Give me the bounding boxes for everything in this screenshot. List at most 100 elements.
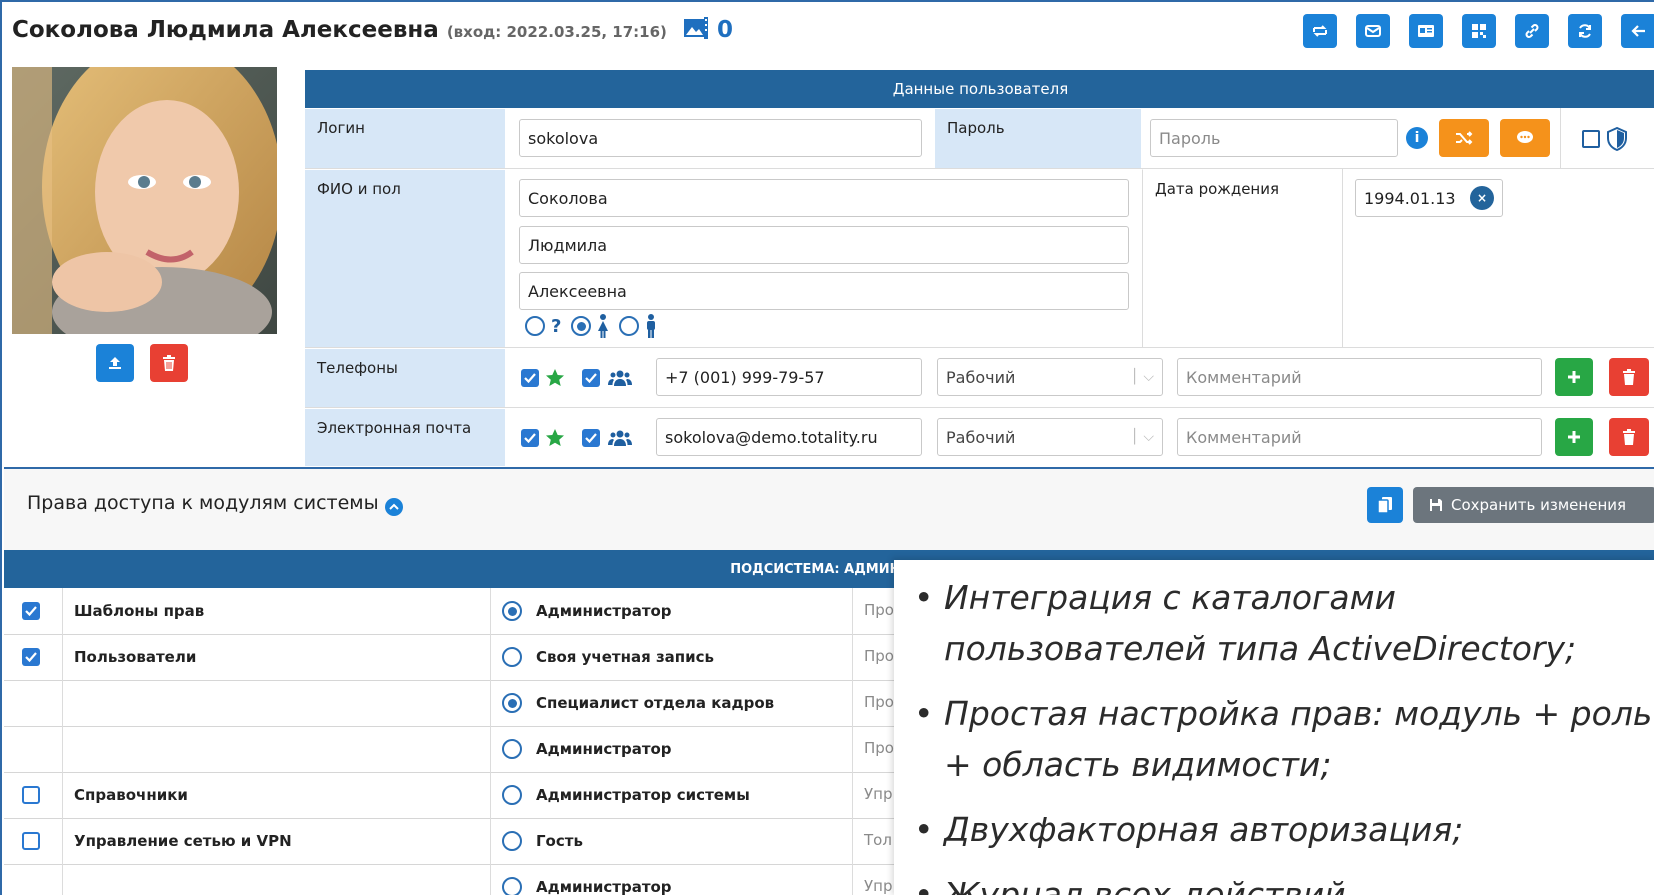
two-factor-checkbox[interactable]	[1580, 128, 1602, 150]
role-description: Про	[864, 693, 894, 711]
gender-unknown-radio[interactable]	[525, 316, 545, 336]
role-radio[interactable]	[502, 739, 522, 759]
email-comment-input[interactable]: Комментарий	[1177, 418, 1542, 456]
role-radio[interactable]	[502, 693, 522, 713]
login-input[interactable]: sokolova	[519, 119, 922, 157]
role-option[interactable]: Администратор системы	[502, 785, 750, 805]
users-icon	[607, 428, 633, 448]
photo-gallery-icon[interactable]	[683, 16, 709, 46]
phone-comment-input[interactable]: Комментарий	[1177, 358, 1542, 396]
phone-type-select[interactable]: Рабочий │ ⌵	[937, 358, 1163, 396]
role-option[interactable]: Администратор	[502, 877, 672, 895]
comment-icon	[1517, 131, 1533, 143]
delete-phone-button[interactable]	[1609, 358, 1649, 396]
shield-icon	[1604, 126, 1630, 152]
module-name: Управление сетью и VPN	[74, 832, 292, 850]
column-divider	[490, 588, 491, 895]
users-icon	[607, 368, 633, 388]
delete-photo-button[interactable]	[150, 344, 188, 382]
qr-code-icon	[1472, 24, 1486, 38]
trash-icon	[1623, 429, 1635, 445]
phone-input[interactable]: +7 (001) 999-79-57	[656, 358, 922, 396]
transfer-button[interactable]	[1303, 14, 1337, 48]
role-option[interactable]: Своя учетная запись	[502, 647, 714, 667]
link-button[interactable]	[1515, 14, 1549, 48]
role-radio[interactable]	[502, 647, 522, 667]
email-active-checkbox[interactable]	[521, 429, 539, 447]
phones-label: Телефоны	[305, 348, 505, 407]
role-label: Администратор системы	[536, 786, 750, 804]
login-label: Логин	[305, 108, 505, 168]
role-label: Гость	[536, 832, 583, 850]
access-title[interactable]: Права доступа к модулям системы	[27, 492, 403, 516]
back-button[interactable]	[1621, 14, 1654, 48]
id-card-button[interactable]	[1409, 14, 1443, 48]
trash-icon	[163, 355, 175, 371]
module-checkbox[interactable]	[22, 648, 40, 666]
save-changes-button[interactable]: Сохранить изменения	[1413, 487, 1654, 523]
copy-button[interactable]	[1367, 487, 1403, 523]
add-phone-button[interactable]	[1555, 358, 1593, 396]
feature-item: Двухфакторная авторизация;	[914, 804, 1654, 855]
male-icon	[647, 314, 656, 338]
role-description: Упр	[864, 877, 893, 895]
role-option[interactable]: Гость	[502, 831, 583, 851]
phone-public-checkbox[interactable]	[582, 369, 600, 387]
role-description: Упр	[864, 785, 893, 803]
save-icon	[1430, 499, 1442, 511]
generate-password-button[interactable]	[1439, 119, 1489, 157]
gender-unknown-label: ?	[551, 315, 562, 337]
gender-female-radio[interactable]	[571, 316, 592, 336]
feature-item: Журнал всех действий	[914, 869, 1654, 895]
role-label: Администратор	[536, 740, 672, 758]
chevron-up-icon	[384, 498, 403, 516]
qr-code-button[interactable]	[1462, 14, 1496, 48]
role-radio[interactable]	[502, 601, 522, 621]
clear-date-icon[interactable]: ×	[1470, 186, 1494, 210]
role-option[interactable]: Администратор	[502, 739, 672, 759]
female-icon	[598, 314, 609, 338]
role-radio[interactable]	[502, 877, 522, 895]
email-input[interactable]: sokolova@demo.totality.ru	[656, 418, 922, 456]
role-radio[interactable]	[502, 785, 522, 805]
gender-male-radio[interactable]	[619, 316, 640, 336]
module-checkbox[interactable]	[22, 832, 40, 850]
user-photo	[12, 67, 277, 334]
user-data-header: Данные пользователя	[305, 70, 1654, 108]
shuffle-icon	[1456, 131, 1473, 145]
user-profile-window: Соколова Людмила Алексеевна (вход: 2022.…	[0, 0, 1654, 895]
phone-type-value: Рабочий	[946, 367, 1016, 387]
delete-email-button[interactable]	[1609, 418, 1649, 456]
primary-star-icon[interactable]	[545, 368, 565, 388]
role-option[interactable]: Специалист отдела кадров	[502, 693, 774, 713]
middle-name-input[interactable]: Алексеевна	[519, 272, 1129, 310]
upload-photo-button[interactable]	[96, 344, 134, 382]
page-title: Соколова Людмила Алексеевна (вход: 2022.…	[12, 16, 733, 46]
module-name: Пользователи	[74, 648, 197, 666]
feature-item: Интеграция с каталогами пользователей ти…	[914, 572, 1654, 674]
primary-star-icon[interactable]	[545, 428, 565, 448]
password-input[interactable]: Пароль	[1150, 119, 1398, 157]
birth-date-value: 1994.01.13	[1364, 188, 1456, 208]
phone-active-checkbox[interactable]	[521, 369, 539, 387]
refresh-button[interactable]	[1568, 14, 1602, 48]
last-name-input[interactable]: Соколова	[519, 179, 1129, 217]
module-checkbox[interactable]	[22, 602, 40, 620]
role-option[interactable]: Администратор	[502, 601, 672, 621]
module-checkbox[interactable]	[22, 786, 40, 804]
gender-selector[interactable]: ?	[525, 314, 657, 338]
email-button[interactable]	[1356, 14, 1390, 48]
send-password-button[interactable]	[1500, 119, 1550, 157]
role-label: Специалист отдела кадров	[536, 694, 775, 712]
envelope-icon	[1365, 25, 1381, 37]
info-icon[interactable]: i	[1406, 127, 1428, 149]
first-name-input[interactable]: Людмила	[519, 226, 1129, 264]
retweet-icon	[1313, 25, 1327, 37]
role-radio[interactable]	[502, 831, 522, 851]
add-email-button[interactable]	[1555, 418, 1593, 456]
email-label: Электронная почта	[305, 408, 505, 466]
column-divider	[852, 588, 853, 895]
copy-icon	[1377, 497, 1392, 514]
email-public-checkbox[interactable]	[582, 429, 600, 447]
email-type-select[interactable]: Рабочий │ ⌵	[937, 418, 1163, 456]
